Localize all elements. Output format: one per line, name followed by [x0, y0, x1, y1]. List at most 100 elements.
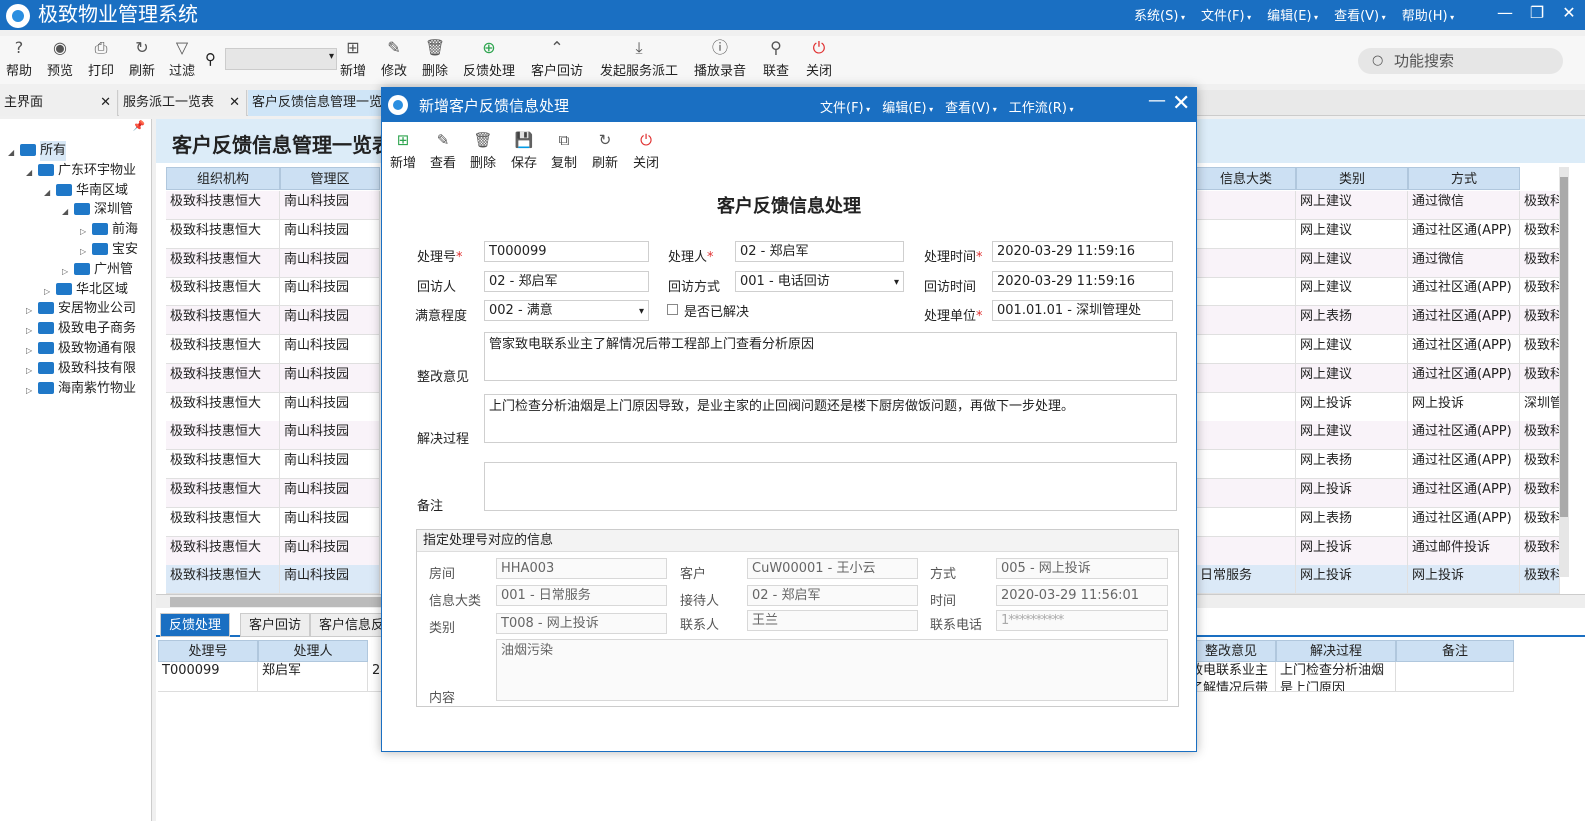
menu-edit[interactable]: 编辑(E)	[1267, 5, 1318, 24]
menu-system[interactable]: 系统(S)	[1134, 5, 1185, 24]
tree-node[interactable]: ▷ 宝安	[80, 240, 138, 260]
subtab-revisit[interactable]: 客户回访	[240, 613, 311, 637]
table-cell-extra: 极致科	[1520, 219, 1560, 249]
menu-file[interactable]: 文件(F)	[1201, 5, 1251, 24]
column-header-area[interactable]: 管理区	[280, 167, 380, 190]
toolbar-print-button[interactable]: ⎙ 打印	[86, 36, 116, 84]
menu-help[interactable]: 帮助(H)	[1402, 5, 1454, 24]
toolbar-revisit-button[interactable]: ⌃ 客户回访	[529, 36, 585, 84]
table-cell-extra: 极致科	[1520, 306, 1560, 336]
dialog-view-button[interactable]: ✎ 查看	[428, 128, 458, 176]
unit-field[interactable]: 001.01.01 - 深圳管理处	[992, 300, 1173, 321]
table-cell-area: 南山科技园	[280, 421, 380, 451]
close-window-icon[interactable]: ✕	[1553, 0, 1585, 26]
tree-node[interactable]: ▷ 极致科技有限	[26, 359, 136, 379]
dialog-refresh-button[interactable]: ↻ 刷新	[590, 128, 620, 176]
toolbar-dispatch-button[interactable]: ⤓ 发起服务派工	[598, 36, 680, 84]
visit-time-field[interactable]: 2020-03-29 11:59:16	[992, 271, 1173, 292]
dialog-delete-button[interactable]: 🗑 删除	[468, 128, 498, 176]
table-cell-category	[1196, 277, 1296, 307]
tree-node[interactable]: ▷ 广州管	[62, 260, 133, 280]
toolbar-edit-button[interactable]: ✎ 修改	[379, 36, 409, 84]
note-textarea[interactable]	[484, 462, 1177, 511]
toolbar-feedback-button[interactable]: ⊕ 反馈处理	[461, 36, 517, 84]
subtab-feedback-handling[interactable]: 反馈处理	[160, 613, 231, 637]
tree-node[interactable]: ▷ 华北区域	[44, 280, 128, 300]
toolbar-refresh-button[interactable]: ↻ 刷新	[127, 36, 157, 84]
restore-icon[interactable]: ❐	[1521, 0, 1553, 26]
tree-node[interactable]: ◢ 华南区域	[44, 181, 128, 203]
dialog-close-button[interactable]: ⏻ 关闭	[631, 128, 661, 176]
tab-dispatch-list[interactable]: 服务派工一览表 ✕	[119, 90, 247, 116]
column-header-way[interactable]: 方式	[1408, 167, 1520, 190]
tree-node[interactable]: ◢ 广东环宇物业	[26, 161, 136, 183]
feedback-dialog: 新增客户反馈信息处理 文件(F) 编辑(E) 查看(V) 工作流(R) — ✕ …	[381, 87, 1197, 752]
column-header-org[interactable]: 组织机构	[166, 167, 280, 190]
detail-header-opinion[interactable]: 整改意见	[1186, 640, 1276, 662]
toolbar-help-button[interactable]: ? 帮助	[4, 36, 34, 84]
tree-node[interactable]: ▷ 海南紫竹物业	[26, 379, 136, 401]
tree-expander-icon[interactable]: ◢	[44, 183, 56, 203]
type-label: 类别	[429, 621, 456, 636]
detail-header-no[interactable]: 处理号	[158, 640, 258, 662]
toolbar-add-button[interactable]: ⊞ 新增	[338, 36, 368, 84]
handle-no-field[interactable]: T000099	[484, 241, 649, 262]
way-field: 005 - 网上投诉	[996, 558, 1168, 579]
dialog-minimize-icon[interactable]: —	[1148, 90, 1166, 111]
dialog-menu-view[interactable]: 查看(V)	[945, 97, 997, 116]
close-tab-icon[interactable]: ✕	[100, 90, 111, 116]
detail-header-person[interactable]: 处理人	[258, 640, 368, 662]
tree-node[interactable]: ▷ 安居物业公司	[26, 299, 136, 319]
rectify-textarea[interactable]: 管家致电联系业主了解情况后带工程部上门查看分析原因	[484, 332, 1177, 381]
tab-main[interactable]: 主界面 ✕	[0, 90, 118, 116]
dialog-close-icon[interactable]: ✕	[1172, 90, 1190, 118]
tree-expander-icon[interactable]: ◢	[62, 202, 74, 222]
detail-cell-note	[1396, 662, 1514, 692]
toolbar-delete-button[interactable]: 🗑 删除	[420, 36, 450, 84]
tree-expander-icon[interactable]: ◢	[26, 163, 38, 183]
toolbar-search: ⚲	[205, 48, 337, 70]
table-cell-type: 网上建议	[1296, 335, 1408, 364]
tab-feedback-list[interactable]: 客户反馈信息管理一览	[248, 90, 388, 116]
detail-header-process[interactable]: 解决过程	[1276, 640, 1396, 662]
visitor-field[interactable]: 02 - 郑启军	[484, 271, 649, 292]
toolbar-filter-button[interactable]: ▽ 过滤	[167, 36, 197, 84]
dialog-menu-file[interactable]: 文件(F)	[820, 97, 870, 116]
tree-expander-icon[interactable]: ◢	[8, 143, 20, 163]
resolved-checkbox[interactable]	[667, 304, 678, 315]
handler-field[interactable]: 02 - 郑启军	[735, 241, 904, 262]
dialog-add-button[interactable]: ⊞ 新增	[388, 128, 418, 176]
pin-icon[interactable]: 📌	[133, 121, 145, 132]
toolbar-preview-button[interactable]: ◉ 预览	[45, 36, 75, 84]
handle-time-field[interactable]: 2020-03-29 11:59:16	[992, 241, 1173, 262]
dialog-save-button[interactable]: 💾 保存	[509, 128, 539, 176]
satisfaction-select[interactable]: 002 - 满意	[484, 300, 649, 321]
visit-way-select[interactable]: 001 - 电话回访	[735, 271, 904, 292]
tree-expander-icon[interactable]: ▷	[26, 381, 38, 401]
toolbar-play-recording-button[interactable]: ⓘ 播放录音	[692, 36, 748, 84]
toolbar-close-button[interactable]: ⏻ 关闭	[804, 36, 834, 84]
tree-node-label: 前海	[112, 222, 139, 238]
column-header-type[interactable]: 类别	[1296, 167, 1408, 190]
dialog-menu-workflow[interactable]: 工作流(R)	[1009, 97, 1074, 116]
column-header-category[interactable]: 信息大类	[1196, 167, 1296, 190]
tree-node[interactable]: ▷ 极致电子商务	[26, 319, 136, 339]
detail-header-note[interactable]: 备注	[1396, 640, 1514, 662]
table-cell-extra: 极致科	[1520, 191, 1560, 220]
menu-view[interactable]: 查看(V)	[1334, 5, 1386, 24]
process-textarea[interactable]: 上门检查分析油烟是上门原因导致，是业主家的止回阀问题还是楼下厨房做饭问题，再做下…	[484, 394, 1177, 443]
folder-icon	[38, 361, 54, 374]
app-logo-icon	[6, 4, 30, 28]
dialog-menu-edit[interactable]: 编辑(E)	[882, 97, 933, 116]
tree-node[interactable]: ◢ 所有	[8, 141, 67, 163]
close-tab-icon[interactable]: ✕	[229, 90, 240, 116]
toolbar-lookup-button[interactable]: ⚲ 联查	[758, 36, 794, 84]
function-search-input[interactable]: 功能搜索	[1358, 48, 1563, 74]
minimize-icon[interactable]: —	[1489, 0, 1521, 26]
dialog-copy-button[interactable]: ⧉ 复制	[549, 128, 579, 176]
tree-node[interactable]: ▷ 极致物通有限	[26, 339, 136, 359]
vertical-scrollbar[interactable]	[1559, 167, 1569, 577]
tree-node[interactable]: ▷ 前海	[80, 220, 138, 240]
tree-node[interactable]: ◢ 深圳管	[62, 200, 133, 222]
toolbar-search-input[interactable]	[225, 48, 337, 70]
